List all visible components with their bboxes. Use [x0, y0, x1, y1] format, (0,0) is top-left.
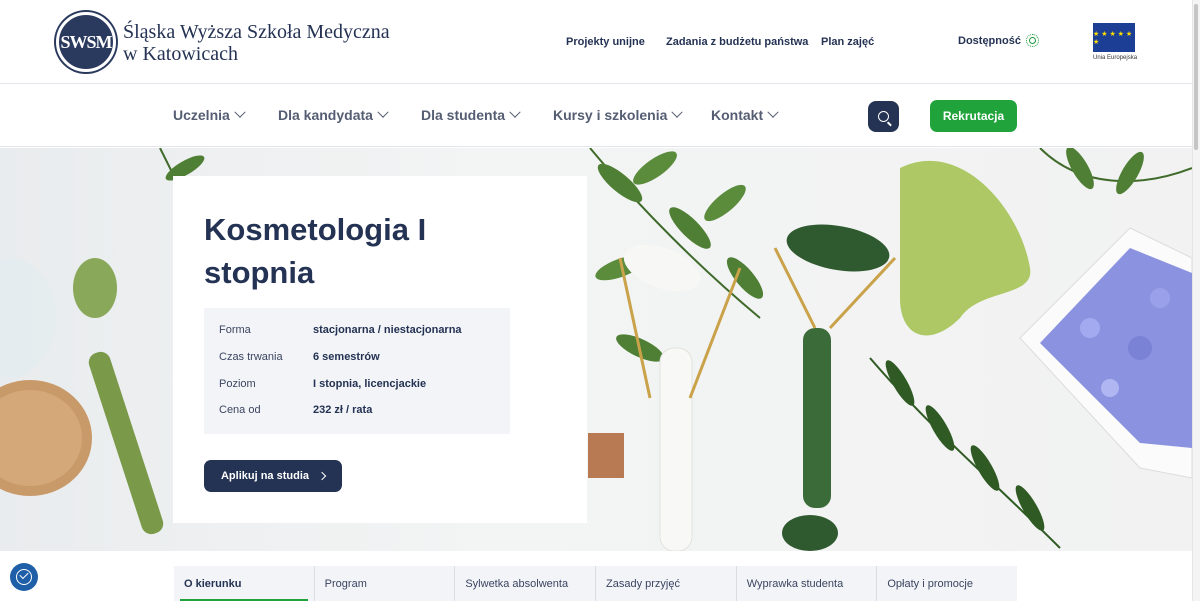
chevron-down-icon	[509, 106, 521, 118]
search-icon	[878, 111, 889, 122]
white-roller-handle	[659, 347, 693, 551]
link-zadania-z-budzetu[interactable]: Zadania z budżetu państwa	[666, 36, 808, 48]
nav-item-label: Dla kandydata	[278, 107, 373, 123]
blue-salt-crystals	[1040, 248, 1192, 448]
eu-flag-stars: ★ ★ ★ ★ ★ ★	[1093, 30, 1133, 46]
apply-button[interactable]: Aplikuj na studia	[204, 460, 342, 492]
search-button[interactable]	[868, 101, 899, 132]
nav-item-uczelnia[interactable]: Uczelnia	[173, 106, 246, 123]
eu-label: Unia Europejska	[1093, 55, 1138, 61]
link-plan-zajec[interactable]: Plan zajęć	[821, 36, 874, 48]
nav-item-kursy-i-szkolenia[interactable]: Kursy i szkolenia	[553, 106, 684, 123]
info-value: 232 zł / rata	[313, 404, 373, 416]
chevron-down-icon	[377, 106, 389, 118]
info-label: Forma	[219, 324, 251, 336]
tab-zasady-przyjec[interactable]: Zasady przyjęć	[595, 566, 736, 601]
jade-roller-handle-left	[88, 351, 164, 535]
nav-item-label: Kursy i szkolenia	[553, 107, 668, 123]
university-name[interactable]: Śląska Wyższa Szkoła Medyczna w Katowica…	[123, 21, 390, 65]
program-title: Kosmetologia I stopnia	[204, 212, 427, 290]
top-bar: SWSM Śląska Wyższa Szkoła Medyczna w Kat…	[0, 0, 1192, 84]
apply-button-label: Aplikuj na studia	[220, 470, 309, 482]
chevron-down-icon	[234, 106, 246, 118]
tab-wyprawka-studenta[interactable]: Wyprawka studenta	[735, 566, 877, 601]
nav-item-label: Dla studenta	[421, 107, 506, 123]
chevron-right-icon	[317, 471, 327, 481]
eu-flag-icon: ★ ★ ★ ★ ★ ★	[1093, 23, 1135, 52]
tab-program[interactable]: Program	[313, 566, 455, 601]
amber-bottle	[588, 433, 624, 478]
gua-sha-stone	[900, 160, 1031, 336]
nav-item-dla-kandydata[interactable]: Dla kandydata	[278, 106, 389, 123]
info-label: Cena od	[219, 404, 261, 416]
program-tabs: O kierunku Program Sylwetka absolwenta Z…	[174, 566, 1017, 601]
tab-o-kierunku[interactable]: O kierunku	[174, 566, 314, 601]
info-value: I stopnia, licencjackie	[313, 378, 427, 390]
university-name-line1: Śląska Wyższa Szkoła Medyczna	[123, 21, 390, 43]
nav-item-dla-studenta[interactable]: Dla studenta	[421, 106, 521, 123]
eu-logo[interactable]: ★ ★ ★ ★ ★ ★ Unia Europejska	[1093, 23, 1138, 62]
accessibility-widget-button[interactable]	[10, 563, 38, 591]
chevron-down-icon	[671, 106, 684, 118]
seal-text: SWSM	[60, 31, 112, 52]
info-label: Poziom	[219, 378, 256, 390]
green-roller-head	[786, 224, 890, 272]
accessibility-check-icon	[16, 569, 32, 585]
info-value: stacjonarna / niestacjonarna	[313, 324, 462, 336]
nav-item-label: Kontakt	[711, 107, 764, 123]
recruitment-button[interactable]: Rekrutacja	[930, 100, 1017, 132]
nav-item-label: Uczelnia	[173, 107, 230, 123]
accessibility-sun-icon	[1025, 34, 1039, 47]
scrollbar-thumb[interactable]	[1194, 4, 1198, 150]
university-seal-logo[interactable]: SWSM	[56, 12, 116, 72]
tab-sylwetka-absolwenta[interactable]: Sylwetka absolwenta	[454, 566, 595, 601]
main-nav: Uczelnia Dla kandydata Dla studenta Kurs…	[0, 85, 1192, 147]
nav-item-kontakt[interactable]: Kontakt	[711, 106, 779, 123]
green-roller-handle	[803, 328, 831, 508]
university-name-line2: w Katowicach	[123, 43, 238, 65]
link-projekty-unijne[interactable]: Projekty unijne	[566, 36, 645, 48]
accessibility-label: Dostępność	[958, 34, 1021, 47]
info-label: Czas trwania	[219, 351, 283, 363]
program-card: Kosmetologia I stopnia Forma stacjonarna…	[173, 176, 587, 523]
jade-roller-head-left	[73, 258, 117, 318]
white-roller-head	[623, 244, 701, 292]
program-info-box: Forma stacjonarna / niestacjonarna Czas …	[204, 308, 510, 434]
accessibility-toggle[interactable]: Dostępność	[958, 34, 1039, 47]
info-value: 6 semestrów	[313, 351, 380, 363]
chevron-down-icon	[767, 106, 779, 118]
tab-oplaty-i-promocje[interactable]: Opłaty i promocje	[876, 566, 1017, 601]
glass-jar-shape	[0, 258, 56, 378]
